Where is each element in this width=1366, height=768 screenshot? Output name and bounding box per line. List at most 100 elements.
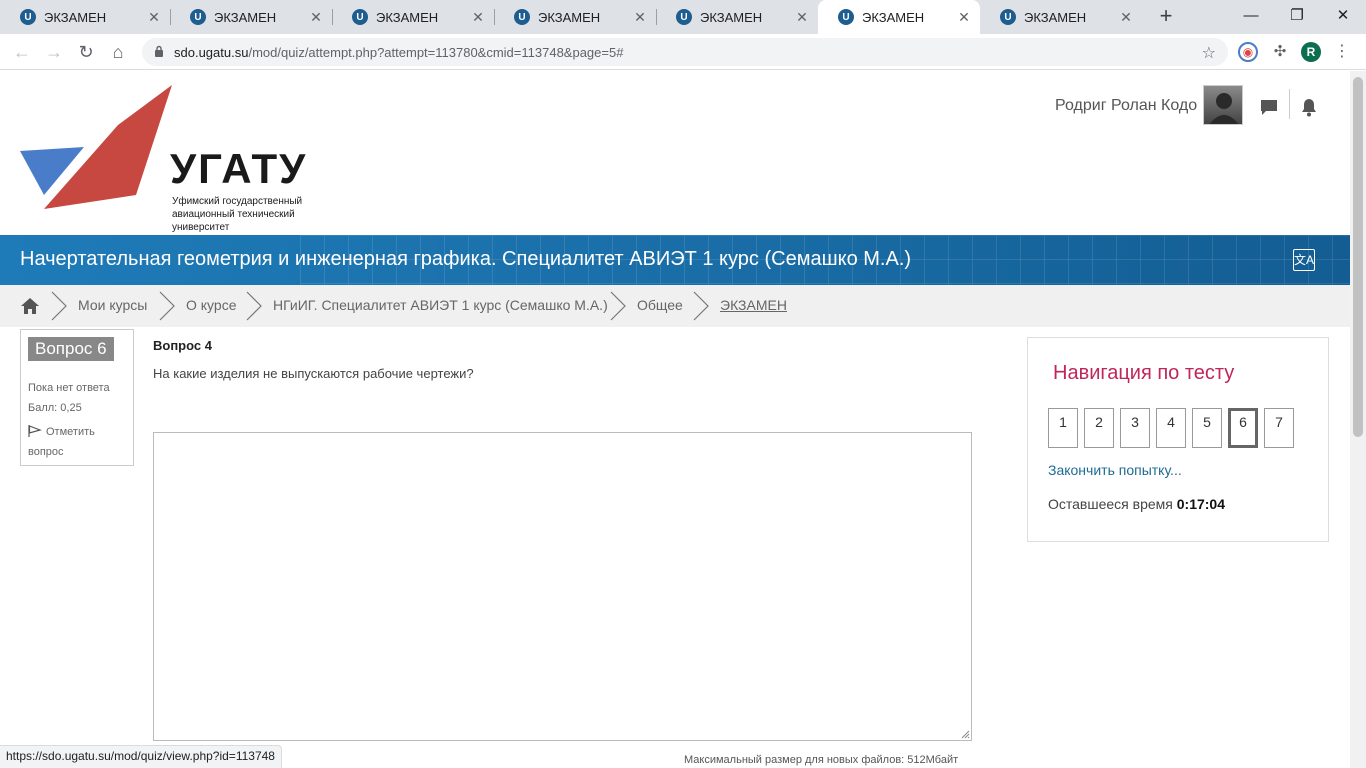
question-info-panel: Вопрос 6 Пока нет ответа Балл: 0,25 Отме… — [20, 329, 134, 466]
site-header: УГАТУ Уфимский государственный авиационн… — [0, 71, 1350, 235]
breadcrumb-item[interactable]: Общее — [637, 297, 683, 313]
url-path: /mod/quiz/attempt.php?attempt=113780&cmi… — [248, 45, 624, 60]
close-tab-icon[interactable]: ✕ — [1118, 9, 1134, 26]
user-silhouette-icon — [1209, 93, 1239, 124]
logo-wordmark: УГАТУ — [170, 145, 308, 192]
chevron-right-icon — [51, 291, 67, 321]
site-favicon-icon: U — [676, 9, 692, 25]
close-tab-icon[interactable]: ✕ — [146, 9, 162, 26]
tab-title: ЭКЗАМЕН — [862, 9, 925, 25]
quiz-nav-button[interactable]: 1 — [1048, 408, 1078, 448]
time-value: 0:17:04 — [1176, 496, 1226, 512]
breadcrumb-item[interactable]: О курсе — [186, 297, 236, 313]
quiz-nav-button[interactable]: 2 — [1084, 408, 1114, 448]
question-state: Пока нет ответа — [28, 382, 110, 394]
logo-subtitle-line: Уфимский государственный — [172, 196, 303, 207]
logo-subtitle-line: университет — [172, 222, 230, 233]
forward-arrow-icon[interactable]: → — [42, 40, 66, 64]
site-favicon-icon: U — [838, 9, 854, 25]
url-host: sdo.ugatu.su — [174, 45, 249, 60]
logo-wing-icon — [20, 85, 172, 209]
quiz-nav-button-current[interactable]: 6 — [1228, 408, 1258, 448]
flag-question-link[interactable]: Отметить вопрос — [28, 422, 128, 462]
question-number: Вопрос 6 — [28, 337, 114, 361]
url-text: sdo.ugatu.su/mod/quiz/attempt.php?attemp… — [174, 45, 623, 60]
user-name[interactable]: Родриг Ролан Кодо — [1055, 97, 1197, 115]
scrollbar-thumb[interactable] — [1353, 77, 1363, 437]
new-tab-button[interactable]: + — [1154, 5, 1178, 29]
chevron-right-icon — [246, 291, 262, 321]
header-divider — [1289, 89, 1290, 119]
puzzle-extensions-icon[interactable]: ✣ — [1270, 42, 1290, 62]
user-avatar[interactable] — [1203, 85, 1243, 125]
browser-tab[interactable]: U ЭКЗАМЕН ✕ — [494, 0, 656, 34]
quiz-nav-button[interactable]: 4 — [1156, 408, 1186, 448]
back-arrow-icon[interactable]: ← — [10, 40, 34, 64]
browser-tab[interactable]: U ЭКЗАМЕН ✕ — [170, 0, 332, 34]
close-tab-icon[interactable]: ✕ — [470, 9, 486, 26]
browser-tab-strip: U ЭКЗАМЕН ✕ U ЭКЗАМЕН ✕ U ЭКЗАМЕН ✕ U ЭК… — [0, 0, 1366, 34]
max-file-size-note: Максимальный размер для новых файлов: 51… — [684, 754, 959, 766]
tab-title: ЭКЗАМЕН — [376, 9, 439, 25]
answer-textarea[interactable] — [153, 432, 972, 741]
messages-icon[interactable] — [1259, 97, 1279, 117]
close-tab-icon[interactable]: ✕ — [308, 9, 324, 26]
lock-icon — [155, 45, 163, 57]
logo-subtitle-line: авиационный технический — [172, 209, 295, 220]
site-favicon-icon: U — [190, 9, 206, 25]
status-bar-url: https://sdo.ugatu.su/mod/quiz/view.php?i… — [0, 745, 282, 768]
browser-tab[interactable]: U ЭКЗАМЕН ✕ — [656, 0, 818, 34]
notifications-bell-icon[interactable] — [1299, 97, 1319, 117]
browser-tab[interactable]: U ЭКЗАМЕН ✕ — [980, 0, 1142, 34]
finish-attempt-link[interactable]: Закончить попытку... — [1048, 462, 1182, 478]
profile-avatar[interactable]: R — [1301, 42, 1321, 62]
course-banner: Начертательная геометрия и инженерная гр… — [0, 235, 1350, 285]
chevron-right-icon — [610, 291, 626, 321]
tab-title: ЭКЗАМЕН — [700, 9, 763, 25]
question-text: На какие изделия не выпускаются рабочие … — [153, 366, 474, 381]
breadcrumb: Мои курсы О курсе НГиИГ. Специалитет АВИ… — [0, 285, 1350, 327]
tab-title: ЭКЗАМЕН — [538, 9, 601, 25]
quiz-nav-button[interactable]: 3 — [1120, 408, 1150, 448]
close-tab-icon[interactable]: ✕ — [632, 9, 648, 26]
breadcrumb-item-current[interactable]: ЭКЗАМЕН — [720, 297, 787, 313]
browser-tab[interactable]: U ЭКЗАМЕН ✕ — [332, 0, 494, 34]
tab-title: ЭКЗАМЕН — [1024, 9, 1087, 25]
question-grade: Балл: 0,25 — [28, 402, 82, 414]
bookmark-star-icon[interactable]: ☆ — [1202, 43, 1216, 63]
minimize-icon[interactable]: — — [1228, 0, 1274, 32]
restore-window-icon[interactable]: ❐ — [1274, 0, 1320, 32]
quiz-navigation-heading: Навигация по тесту — [1053, 362, 1235, 384]
breadcrumb-item[interactable]: Мои курсы — [78, 297, 147, 313]
ugatu-logo[interactable]: УГАТУ Уфимский государственный авиационн… — [18, 85, 328, 235]
more-menu-icon[interactable]: ⋮ — [1332, 42, 1352, 62]
home-icon[interactable] — [20, 296, 40, 316]
site-favicon-icon: U — [1000, 9, 1016, 25]
breadcrumb-item[interactable]: НГиИГ. Специалитет АВИЭТ 1 курс (Семашко… — [273, 297, 608, 313]
close-tab-icon[interactable]: ✕ — [794, 9, 810, 26]
browser-tab[interactable]: U ЭКЗАМЕН ✕ — [0, 0, 170, 34]
page-scrollbar[interactable] — [1350, 71, 1366, 768]
site-favicon-icon: U — [352, 9, 368, 25]
browser-tab-active[interactable]: U ЭКЗАМЕН ✕ — [818, 0, 980, 34]
chevron-right-icon — [159, 291, 175, 321]
reload-icon[interactable]: ↻ — [74, 40, 98, 64]
course-title: Начертательная геометрия и инженерная гр… — [20, 248, 912, 270]
browser-toolbar: ← → ↻ ⌂ sdo.ugatu.su/mod/quiz/attempt.ph… — [0, 34, 1366, 70]
tab-title: ЭКЗАМЕН — [44, 9, 107, 25]
question-title: Вопрос 4 — [153, 338, 212, 353]
close-tab-icon[interactable]: ✕ — [956, 9, 972, 26]
site-favicon-icon: U — [514, 9, 530, 25]
quiz-nav-button[interactable]: 7 — [1264, 408, 1294, 448]
address-bar[interactable]: sdo.ugatu.su/mod/quiz/attempt.php?attemp… — [142, 38, 1228, 66]
tab-title: ЭКЗАМЕН — [214, 9, 277, 25]
resize-handle-icon[interactable] — [960, 729, 970, 739]
translate-icon[interactable]: 文A — [1293, 249, 1315, 271]
page-viewport: УГАТУ Уфимский государственный авиационн… — [0, 71, 1350, 768]
close-window-icon[interactable]: ✕ — [1320, 0, 1366, 32]
time-label: Оставшееся время — [1048, 496, 1173, 512]
home-icon[interactable]: ⌂ — [106, 40, 130, 64]
extension-icon[interactable]: ◉ — [1238, 42, 1258, 62]
flag-icon — [28, 425, 42, 437]
quiz-nav-button[interactable]: 5 — [1192, 408, 1222, 448]
